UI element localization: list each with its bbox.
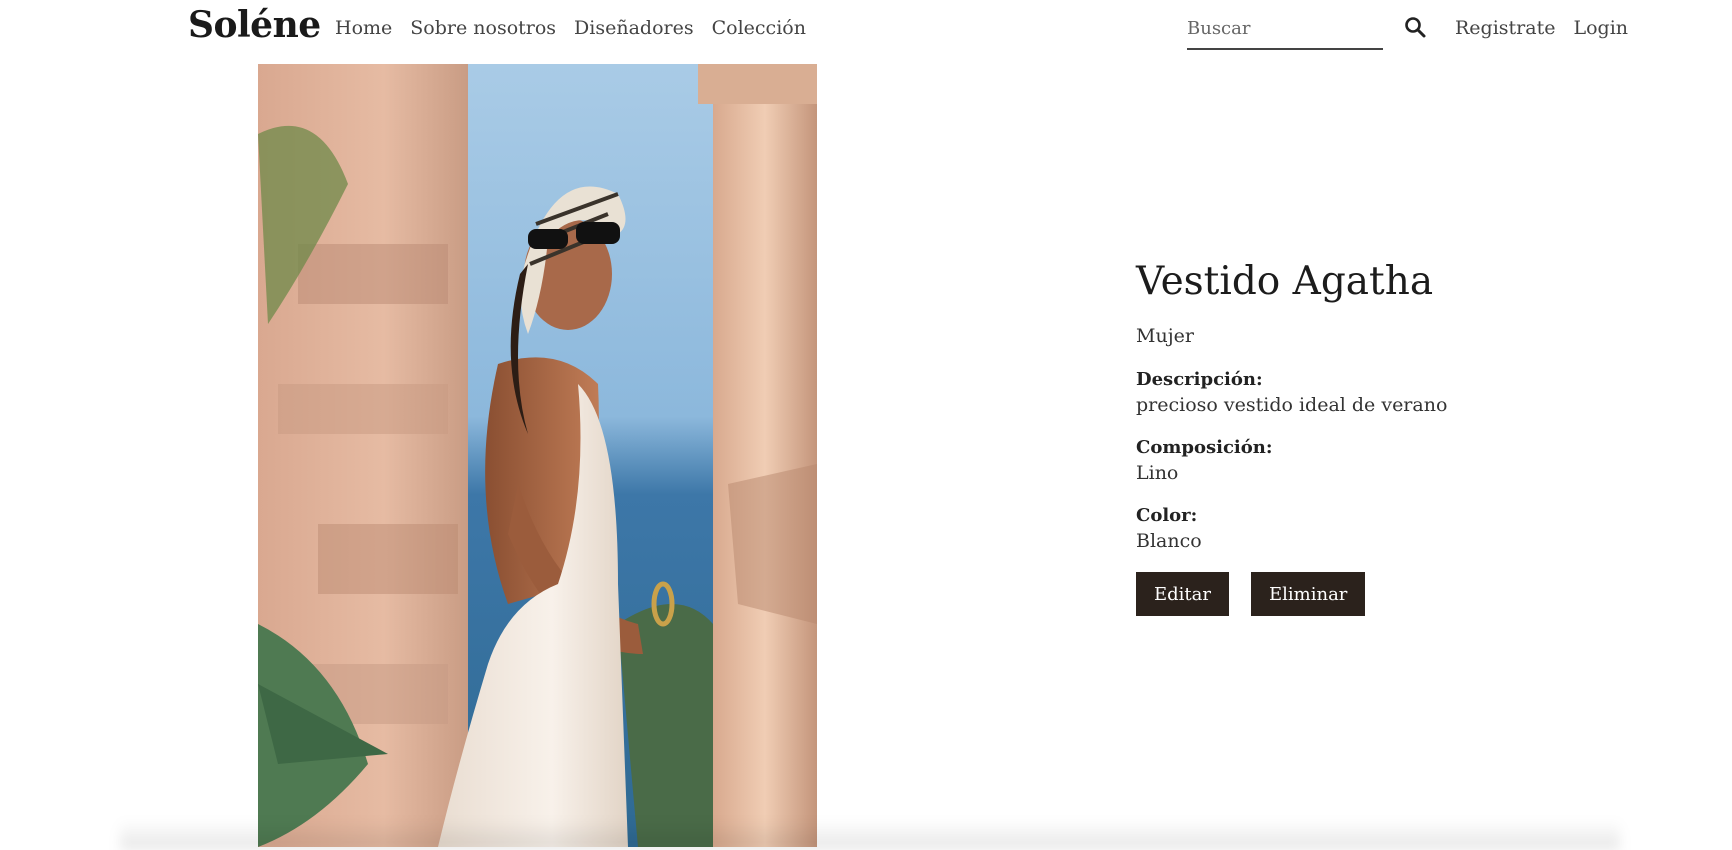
auth-links: Registrate Login (1455, 17, 1628, 39)
composition-value: Lino (1136, 462, 1179, 484)
login-link[interactable]: Login (1573, 17, 1628, 39)
product-actions: Editar Eliminar (1136, 572, 1656, 616)
product-title: Vestido Agatha (1136, 259, 1434, 304)
nav-about-link[interactable]: Sobre nosotros (410, 17, 556, 39)
search-box (1187, 8, 1383, 50)
product-image (258, 64, 817, 847)
navbar: Soléne Home Sobre nosotros Diseñadores C… (0, 0, 1732, 58)
description-label: Descripción: (1136, 369, 1263, 390)
nav-home-link[interactable]: Home (335, 17, 392, 39)
main-nav: Home Sobre nosotros Diseñadores Colecció… (335, 17, 806, 39)
search-icon[interactable] (1403, 15, 1427, 39)
nav-collection-link[interactable]: Colección (712, 17, 806, 39)
product-details: Vestido Agatha Mujer Descripción: precio… (1136, 254, 1656, 616)
product-photo (258, 64, 817, 847)
description-value: precioso vestido ideal de verano (1136, 394, 1448, 416)
product-category: Mujer (1136, 325, 1194, 347)
edit-button[interactable]: Editar (1136, 572, 1229, 616)
color-value: Blanco (1136, 530, 1202, 552)
delete-button[interactable]: Eliminar (1251, 572, 1366, 616)
brand-logo[interactable]: Soléne (188, 4, 321, 46)
register-link[interactable]: Registrate (1455, 17, 1555, 39)
search-input[interactable] (1187, 14, 1377, 42)
nav-designers-link[interactable]: Diseñadores (574, 17, 694, 39)
composition-label: Composición: (1136, 437, 1273, 458)
footer-shadow (120, 820, 1620, 850)
color-label: Color: (1136, 505, 1198, 526)
